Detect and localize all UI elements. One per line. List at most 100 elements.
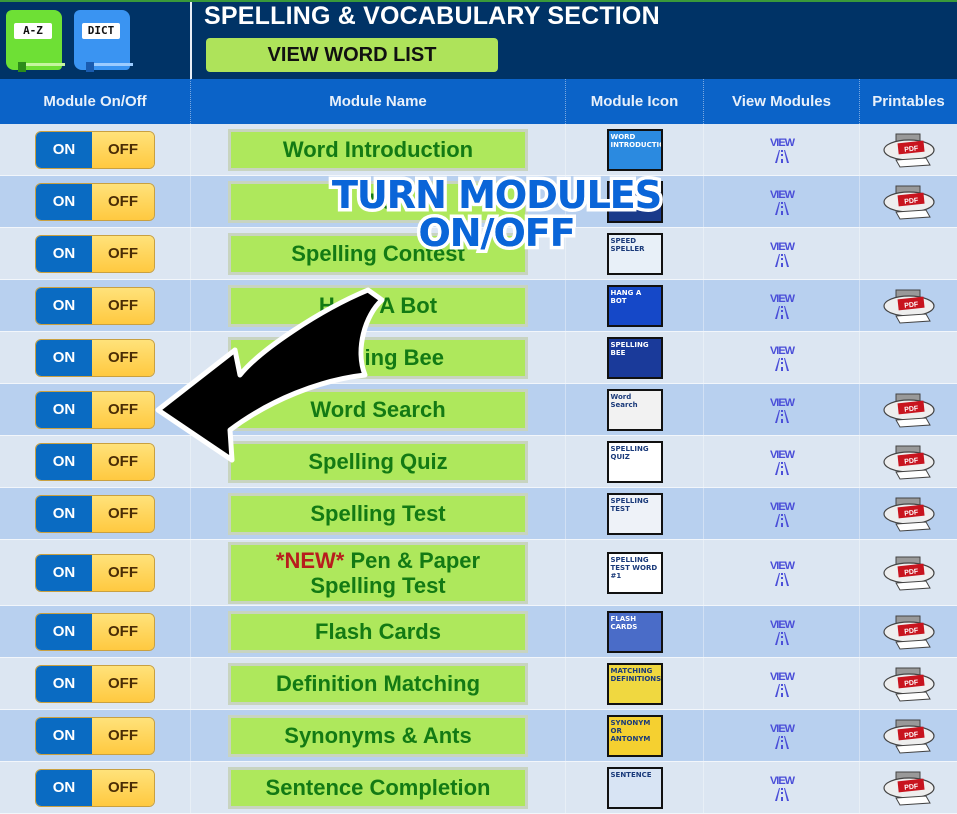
printer-pdf-icon[interactable]: PDF: [882, 718, 936, 754]
column-header-module-icon: Module Icon: [566, 79, 704, 124]
column-header-view-modules: View Modules: [704, 79, 860, 124]
on-button[interactable]: ON: [36, 183, 92, 220]
module-on-off-toggle[interactable]: ON OFF: [35, 494, 155, 533]
module-on-off-toggle[interactable]: ON OFF: [35, 716, 155, 755]
on-button[interactable]: ON: [36, 235, 92, 272]
on-button[interactable]: ON: [36, 665, 92, 702]
module-thumbnail-icon[interactable]: HANG A BOT: [606, 284, 663, 327]
module-name-label[interactable]: *NEW* Pen & Paper Spelling Test: [228, 541, 528, 604]
off-button[interactable]: OFF: [92, 235, 154, 272]
view-module-cell: VIEW: [704, 176, 860, 227]
printer-pdf-icon[interactable]: PDF: [882, 770, 936, 806]
view-icon[interactable]: VIEW: [767, 617, 797, 647]
module-on-off-toggle[interactable]: ON OFF: [35, 442, 155, 481]
module-thumbnail-icon[interactable]: SPELLING QUIZ: [606, 440, 663, 483]
off-button[interactable]: OFF: [92, 391, 154, 428]
module-on-off-toggle[interactable]: ON OFF: [35, 338, 155, 377]
on-button[interactable]: ON: [36, 131, 92, 168]
printer-pdf-icon[interactable]: PDF: [882, 444, 936, 480]
view-icon[interactable]: VIEW: [767, 721, 797, 751]
on-button[interactable]: ON: [36, 443, 92, 480]
module-icon-cell: SENTENCE: [566, 762, 704, 813]
module-thumbnail-icon[interactable]: SPELLING TEST: [606, 492, 663, 535]
off-button[interactable]: OFF: [92, 131, 154, 168]
off-button[interactable]: OFF: [92, 554, 154, 591]
module-name-text: Sentence Completion: [265, 775, 491, 800]
printer-pdf-icon[interactable]: PDF: [882, 555, 936, 591]
printer-pdf-icon[interactable]: PDF: [882, 666, 936, 702]
module-thumbnail-icon[interactable]: FLASH CARDS: [606, 610, 663, 653]
view-icon[interactable]: VIEW: [767, 558, 797, 588]
on-button[interactable]: ON: [36, 339, 92, 376]
module-on-off-toggle[interactable]: ON OFF: [35, 286, 155, 325]
module-on-off-toggle[interactable]: ON OFF: [35, 130, 155, 169]
view-icon[interactable]: VIEW: [767, 669, 797, 699]
off-button[interactable]: OFF: [92, 769, 154, 806]
on-button[interactable]: ON: [36, 769, 92, 806]
top-bar: A-Z DICT SPELLING & VOCABULARY SECTION V…: [0, 0, 957, 81]
view-icon[interactable]: VIEW: [767, 773, 797, 803]
view-icon[interactable]: VIEW: [767, 343, 797, 373]
printer-pdf-icon[interactable]: PDF: [882, 184, 936, 220]
off-button[interactable]: OFF: [92, 287, 154, 324]
on-button[interactable]: ON: [36, 391, 92, 428]
off-button[interactable]: OFF: [92, 339, 154, 376]
module-thumbnail-icon[interactable]: MATCHING DEFINITIONS: [606, 662, 663, 705]
module-name-cell: Sentence Completion: [191, 762, 566, 813]
module-thumbnail-icon[interactable]: WORD INTRODUCTION: [606, 128, 663, 171]
module-thumbnail-icon[interactable]: SENTENCE: [606, 766, 663, 809]
module-row: ON OFF Hang A Bot HANG A BOT VIEW PDF: [0, 280, 957, 332]
module-thumbnail-icon[interactable]: SPELLING BEE: [606, 336, 663, 379]
off-button[interactable]: OFF: [92, 443, 154, 480]
module-name-label[interactable]: Sentence Completion: [228, 766, 528, 809]
module-thumbnail-label: WORD INTRODUCTION: [610, 132, 661, 149]
on-button[interactable]: ON: [36, 717, 92, 754]
module-name-label[interactable]: Word Introduction: [228, 128, 528, 171]
on-button[interactable]: ON: [36, 287, 92, 324]
on-button[interactable]: ON: [36, 613, 92, 650]
module-name-label[interactable]: Spelling Test: [228, 492, 528, 535]
a-z-book-icon[interactable]: A-Z: [6, 10, 65, 72]
printer-pdf-icon[interactable]: PDF: [882, 614, 936, 650]
module-thumbnail-label: FLASH CARDS: [610, 614, 638, 631]
module-on-off-toggle[interactable]: ON OFF: [35, 664, 155, 703]
module-name-label[interactable]: Flash Cards: [228, 610, 528, 653]
module-on-off-toggle[interactable]: ON OFF: [35, 768, 155, 807]
off-button[interactable]: OFF: [92, 613, 154, 650]
module-name-label[interactable]: Synonyms & Ants: [228, 714, 528, 757]
module-on-off-toggle[interactable]: ON OFF: [35, 553, 155, 592]
view-icon[interactable]: VIEW: [767, 291, 797, 321]
printer-pdf-icon[interactable]: PDF: [882, 392, 936, 428]
module-on-off-toggle[interactable]: ON OFF: [35, 234, 155, 273]
module-thumbnail-icon[interactable]: SYNONYM OR ANTONYM: [606, 714, 663, 757]
module-name-label[interactable]: Definition Matching: [228, 662, 528, 705]
off-button[interactable]: OFF: [92, 717, 154, 754]
module-thumbnail-icon[interactable]: Word Search: [606, 388, 663, 431]
module-on-off-toggle[interactable]: ON OFF: [35, 390, 155, 429]
off-button[interactable]: OFF: [92, 495, 154, 532]
module-row: ON OFF Word Search Word Search VIEW PDF: [0, 384, 957, 436]
on-button[interactable]: ON: [36, 495, 92, 532]
off-button[interactable]: OFF: [92, 665, 154, 702]
view-icon[interactable]: VIEW: [767, 499, 797, 529]
view-icon[interactable]: VIEW: [767, 395, 797, 425]
printer-pdf-icon[interactable]: PDF: [882, 496, 936, 532]
on-button[interactable]: ON: [36, 554, 92, 591]
view-icon[interactable]: VIEW: [767, 447, 797, 477]
view-icon[interactable]: VIEW: [767, 135, 797, 165]
dictionary-book-icon[interactable]: DICT: [74, 10, 133, 72]
module-thumbnail-icon[interactable]: SPELLING TEST WORD #1: [606, 551, 663, 594]
toggle-cell: ON OFF: [0, 710, 191, 761]
off-button[interactable]: OFF: [92, 183, 154, 220]
toggle-cell: ON OFF: [0, 176, 191, 227]
view-icon-label: VIEW: [769, 345, 795, 357]
module-on-off-toggle[interactable]: ON OFF: [35, 182, 155, 221]
view-module-cell: VIEW: [704, 436, 860, 487]
printer-pdf-icon[interactable]: PDF: [882, 288, 936, 324]
module-on-off-toggle[interactable]: ON OFF: [35, 612, 155, 651]
view-word-list-button[interactable]: VIEW WORD LIST: [206, 38, 498, 72]
printer-pdf-icon[interactable]: PDF: [882, 132, 936, 168]
view-icon[interactable]: VIEW: [767, 239, 797, 269]
view-icon[interactable]: VIEW: [767, 187, 797, 217]
module-name-text: Synonyms & Ants: [284, 723, 472, 748]
